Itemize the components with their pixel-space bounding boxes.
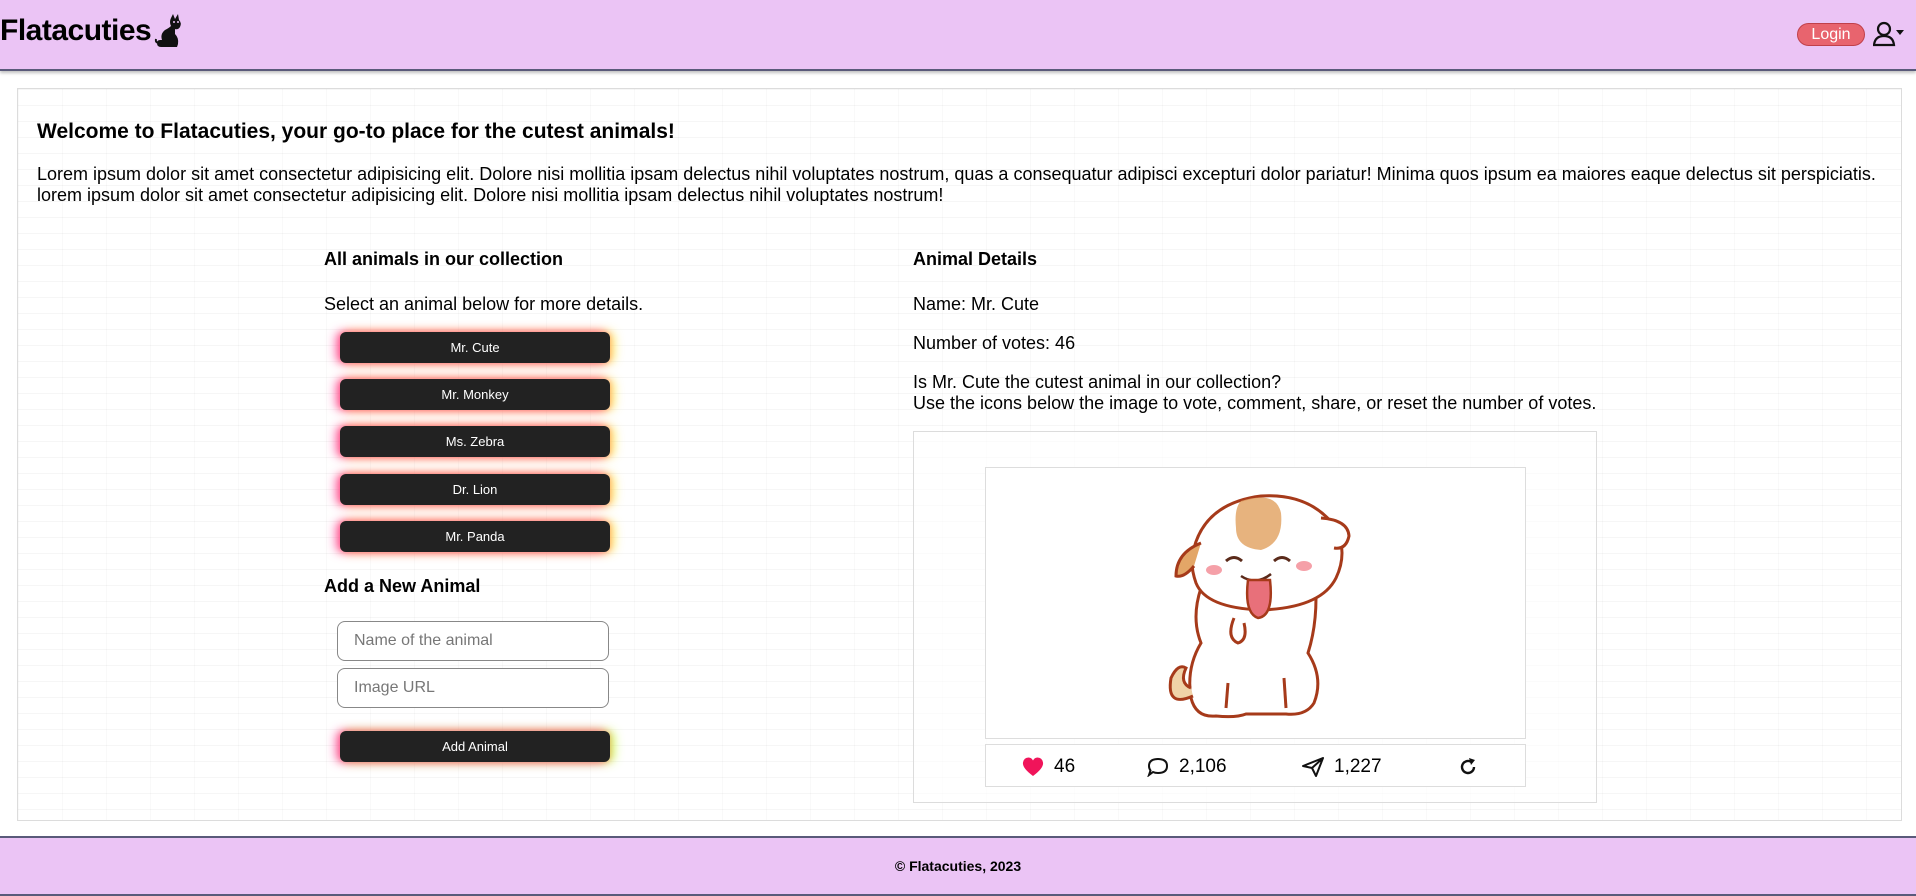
animal-button-mr-monkey[interactable]: Mr. Monkey: [340, 379, 610, 410]
brand[interactable]: Flatacuties: [0, 14, 183, 48]
animal-card: 46 2,106 1,227: [913, 431, 1597, 803]
vote-count: Number of votes: 46: [913, 333, 1076, 353]
animal-image: [985, 467, 1526, 739]
site-header: Flatacuties Login: [0, 0, 1916, 71]
animal-name-input[interactable]: [337, 621, 609, 661]
animal-button-dr-lion[interactable]: Dr. Lion: [340, 474, 610, 505]
refresh-icon: [1460, 757, 1476, 774]
add-animal-title: Add a New Animal: [324, 576, 481, 596]
animal-button-mr-cute[interactable]: Mr. Cute: [340, 332, 610, 363]
page-title: Welcome to Flatacuties, your go-to place…: [37, 120, 675, 143]
collection-title: All animals in our collection: [324, 249, 564, 269]
comment-button[interactable]: 2,106: [1147, 745, 1227, 788]
collection-subtitle: Select an animal below for more details.: [324, 294, 644, 314]
copyright: © Flatacuties, 2023: [894, 858, 1022, 874]
cat-icon: [155, 14, 182, 47]
heart-icon: [1022, 757, 1044, 776]
paper-plane-icon: [1302, 756, 1324, 777]
login-button[interactable]: Login: [1797, 23, 1865, 46]
site-footer: © Flatacuties, 2023: [0, 836, 1916, 896]
animal-name: Name: Mr. Cute: [913, 294, 1040, 314]
like-count: 46: [1054, 755, 1076, 777]
vote-instructions: Use the icons below the image to vote, c…: [913, 393, 1597, 413]
puppy-illustration: [1168, 494, 1351, 719]
comment-count: 2,106: [1179, 755, 1227, 777]
image-url-input[interactable]: [337, 668, 609, 708]
comment-icon: [1147, 757, 1169, 777]
details-title: Animal Details: [913, 249, 1038, 269]
animal-button-ms-zebra[interactable]: Ms. Zebra: [340, 426, 610, 457]
share-count: 1,227: [1334, 755, 1382, 777]
animal-actions: 46 2,106 1,227: [985, 744, 1526, 787]
brand-name: Flatacuties: [0, 14, 152, 47]
like-button[interactable]: 46: [1022, 745, 1075, 788]
share-button[interactable]: 1,227: [1302, 745, 1382, 788]
reset-votes-button[interactable]: [1458, 745, 1478, 788]
user-dropdown-icon: [1872, 21, 1904, 47]
main-content: Welcome to Flatacuties, your go-to place…: [17, 88, 1902, 821]
vote-question: Is Mr. Cute the cutest animal in our col…: [913, 372, 1282, 392]
add-animal-button[interactable]: Add Animal: [340, 731, 610, 762]
user-menu[interactable]: [1872, 21, 1905, 47]
animal-button-mr-panda[interactable]: Mr. Panda: [340, 521, 610, 552]
intro-text: Lorem ipsum dolor sit amet consectetur a…: [37, 164, 1876, 205]
